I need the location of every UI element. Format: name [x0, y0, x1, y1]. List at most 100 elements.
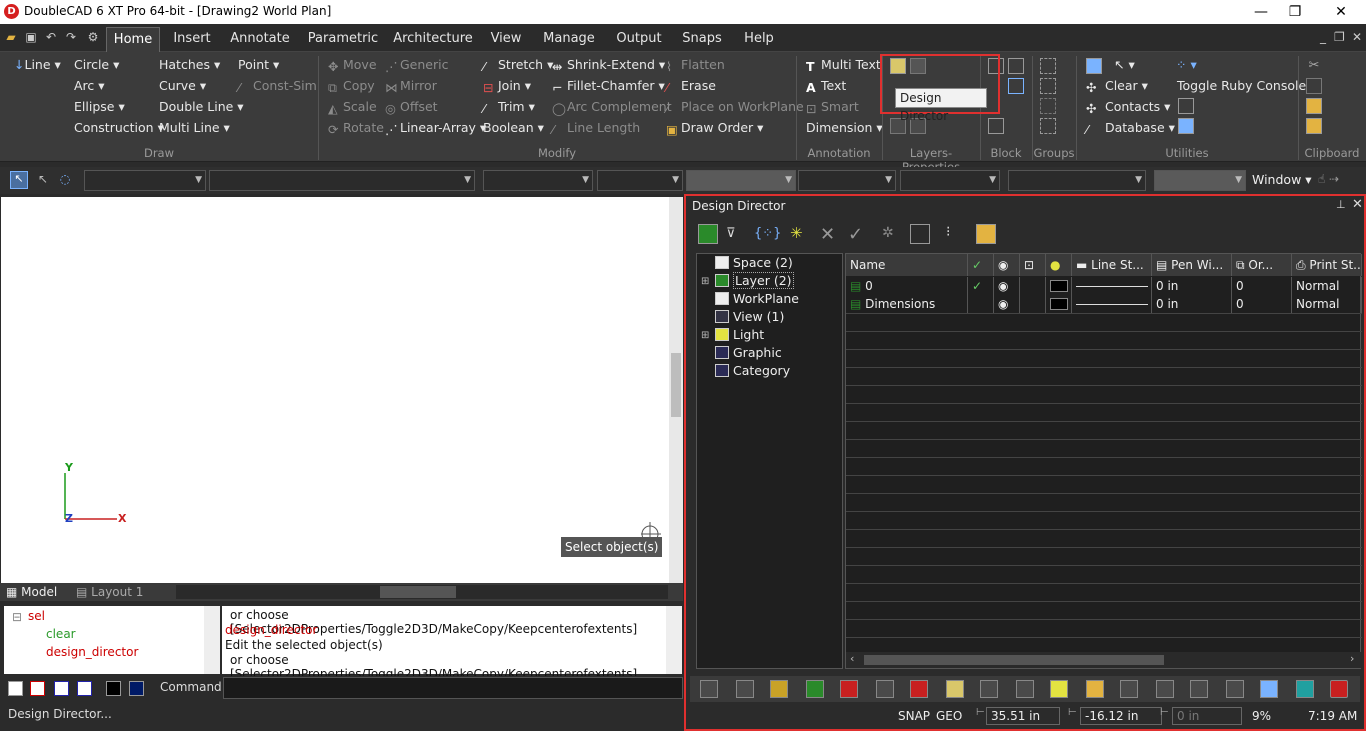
shrink-extend-button[interactable]: ⇹ Shrink-Extend ▾ [552, 56, 665, 74]
visible-eye-icon[interactable]: ◉ [994, 295, 1020, 313]
maximize-button[interactable]: ❐ [1280, 2, 1310, 22]
tree-collapse-icon[interactable]: ⊟ [12, 610, 22, 624]
contacts-button[interactable]: ✣ Contacts ▾ [1086, 98, 1170, 116]
apply-icon[interactable]: ✓ [848, 224, 863, 245]
render-icon[interactable] [736, 680, 754, 698]
copy-button[interactable]: ⧉ Copy [328, 77, 375, 95]
block-insert-icon[interactable] [1008, 58, 1024, 74]
surface-icon[interactable] [700, 680, 718, 698]
cmd-blue-icon[interactable] [129, 681, 144, 696]
space-combo[interactable]: ▼ [84, 170, 206, 191]
column-header-order[interactable]: ⧉ Or... [1232, 254, 1292, 276]
grid-dots-icon[interactable]: ⁘ ▾ [1176, 56, 1197, 74]
design-director-bottom-icon[interactable] [1086, 680, 1104, 698]
group-explode-icon[interactable] [1040, 78, 1056, 94]
curve-button[interactable]: Curve ▾ [159, 77, 206, 95]
line-length-button[interactable]: ⁄ Line Length [552, 119, 640, 137]
join-button[interactable]: ⊟ Join ▾ [483, 77, 531, 95]
panel-close-icon[interactable]: ✕ [1352, 197, 1363, 212]
column-header-print-style[interactable]: ⎙ Print St... [1292, 254, 1362, 276]
tab-home[interactable]: Home [106, 27, 160, 52]
light-bulb-icon[interactable] [1050, 680, 1068, 698]
column-header-pen-width[interactable]: ▤ Pen Wi... [1152, 254, 1232, 276]
group-create-icon[interactable] [1040, 58, 1056, 74]
snap-toggle[interactable]: SNAP [898, 709, 930, 723]
cell-current[interactable] [968, 295, 994, 313]
linestyle-combo[interactable]: ▼ [597, 170, 683, 191]
cell-print-style[interactable]: Normal [1292, 295, 1362, 313]
group-remove-icon[interactable] [1040, 118, 1056, 134]
command-input[interactable] [223, 677, 683, 699]
mirror-button[interactable]: ⋈ Mirror [385, 77, 437, 95]
tree-expand-icon[interactable]: ⊞ [701, 330, 709, 341]
cell-line-style[interactable] [1072, 295, 1152, 313]
paste-icon[interactable] [1306, 98, 1322, 114]
select-entities-icon[interactable]: {⁘} [754, 226, 781, 241]
filter-icon[interactable]: ⊽ [726, 226, 736, 241]
const-sim-button[interactable]: ⁄ Const-Sim [238, 77, 317, 95]
ellipse-button[interactable]: Ellipse ▾ [74, 98, 125, 116]
flatten-button[interactable]: ⌇ Flatten [666, 56, 725, 74]
cmd-add-icon[interactable] [54, 681, 69, 696]
lasso-icon[interactable]: ◌ [56, 172, 74, 190]
tab-annotate[interactable]: Annotate [228, 27, 292, 52]
select-tool-button[interactable]: ↖ ▾ [1114, 56, 1135, 74]
tab-view[interactable]: View [486, 27, 526, 52]
linear-array-button[interactable]: ⋰ Linear-Array ▾ [385, 119, 486, 137]
scrollbar-thumb[interactable] [671, 353, 681, 417]
cell-order[interactable]: 0 [1232, 277, 1292, 295]
properties-icon[interactable] [1086, 58, 1102, 74]
print-icon[interactable] [1226, 680, 1244, 698]
generic-button[interactable]: ⋰ Generic [385, 56, 448, 74]
new-item-icon[interactable] [698, 224, 718, 244]
scroll-right-icon[interactable]: › [1350, 652, 1354, 665]
tab-insert[interactable]: Insert [168, 27, 216, 52]
hatches-button[interactable]: Hatches ▾ [159, 56, 220, 74]
properties-panel-icon[interactable] [910, 224, 930, 244]
chart-icon[interactable] [770, 680, 788, 698]
cell-pen-width[interactable]: 0 in [1152, 277, 1232, 295]
pick-image-icon[interactable] [876, 680, 894, 698]
layer-combo[interactable]: ▼ [209, 170, 475, 191]
select-mode-icon[interactable]: ↖ [34, 172, 52, 190]
block-edit-icon[interactable] [1008, 78, 1024, 94]
tab-layout-1[interactable]: ▤ Layout 1 [76, 584, 143, 600]
select-arrow-icon[interactable]: ↖ [10, 171, 28, 189]
entity-icon[interactable] [980, 680, 998, 698]
doc-minimize-button[interactable]: _ [1320, 30, 1326, 44]
cell-print-style[interactable]: Normal [1292, 277, 1362, 295]
tab-parametric[interactable]: Parametric [306, 27, 380, 52]
copy-clipboard-icon[interactable] [1306, 78, 1322, 94]
z-coordinate-field[interactable]: 0 in [1172, 707, 1242, 725]
tab-output[interactable]: Output [612, 27, 666, 52]
layers-icon[interactable] [806, 680, 824, 698]
current-check-icon[interactable]: ✓ [968, 277, 994, 295]
stretch-button[interactable]: ⁄ Stretch ▾ [483, 56, 553, 74]
cell-color[interactable] [1046, 295, 1072, 313]
place-on-workplane-button[interactable]: ⁄ Place on WorkPlane [666, 98, 804, 116]
redo-icon[interactable]: ↷ [64, 30, 78, 44]
y-coordinate-field[interactable]: -16.12 in [1080, 707, 1162, 725]
circle-button[interactable]: Circle ▾ [74, 56, 119, 74]
cmd-dark-icon[interactable] [106, 681, 121, 696]
column-header-lock-icon[interactable]: ⊡ [1020, 254, 1046, 276]
smart-button[interactable]: ⊡ Smart [806, 98, 859, 116]
window-menu[interactable]: Window ▾ [1252, 172, 1312, 187]
column-header-color-icon[interactable]: ● [1046, 254, 1072, 276]
arc-button[interactable]: Arc ▾ [74, 77, 105, 95]
paint-bucket-icon[interactable] [840, 680, 858, 698]
pen-width-combo[interactable]: ▼ [686, 170, 796, 191]
database-button[interactable]: ⁄ Database ▾ [1086, 119, 1175, 137]
monitor-bottom-icon[interactable] [1296, 680, 1314, 698]
clear-button[interactable]: ✣ Clear ▾ [1086, 77, 1148, 95]
move-button[interactable]: ✥ Move [328, 56, 377, 74]
monitor-icon[interactable] [1178, 118, 1194, 134]
multi-line-button[interactable]: Multi Line ▾ [159, 119, 230, 137]
layer-manager-icon[interactable] [976, 224, 996, 244]
window-icon[interactable] [1120, 680, 1138, 698]
fill-combo[interactable]: ▼ [900, 170, 1000, 191]
scrollbar-thumb[interactable] [864, 655, 1164, 665]
delete-icon[interactable]: ✕ [820, 224, 835, 245]
list-icon[interactable] [1190, 680, 1208, 698]
draw-order-button[interactable]: ▣ Draw Order ▾ [666, 119, 763, 137]
